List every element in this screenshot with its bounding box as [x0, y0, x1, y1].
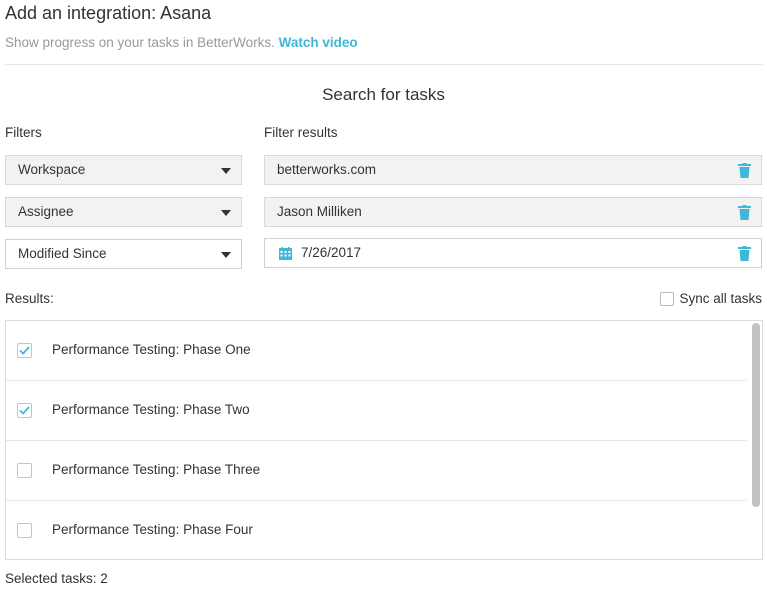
trash-icon[interactable] — [738, 246, 751, 261]
workspace-result-field: betterworks.com — [264, 155, 762, 185]
assignee-result-field: Jason Milliken — [264, 197, 762, 227]
assignee-select-value: Assignee — [18, 204, 74, 219]
task-checkbox[interactable] — [17, 523, 32, 538]
workspace-select[interactable]: Workspace — [5, 155, 242, 185]
subtitle-text: Show progress on your tasks in BetterWor… — [5, 35, 275, 50]
workspace-result-value: betterworks.com — [277, 162, 377, 177]
modified-since-select-value: Modified Since — [18, 246, 107, 261]
task-checkbox[interactable] — [17, 463, 32, 478]
chevron-down-icon — [221, 252, 231, 258]
trash-icon[interactable] — [738, 163, 751, 178]
sync-all-toggle[interactable]: Sync all tasks — [660, 291, 762, 306]
modified-since-select[interactable]: Modified Since — [5, 239, 242, 269]
task-checkbox[interactable] — [17, 343, 32, 358]
results-scrollbar[interactable] — [752, 323, 760, 507]
search-title: Search for tasks — [322, 85, 445, 104]
selected-tasks-count: Selected tasks: 2 — [5, 571, 108, 586]
chevron-down-icon — [221, 168, 231, 174]
list-item[interactable]: Performance Testing: Phase Three — [6, 441, 747, 501]
list-item[interactable]: Performance Testing: Phase Four — [6, 501, 747, 559]
assignee-select[interactable]: Assignee — [5, 197, 242, 227]
chevron-down-icon — [221, 210, 231, 216]
task-label: Performance Testing: Phase Four — [52, 522, 253, 537]
page-subtitle: Show progress on your tasks in BetterWor… — [5, 35, 358, 50]
watch-video-link[interactable]: Watch video — [279, 35, 358, 50]
task-label: Performance Testing: Phase Three — [52, 462, 261, 477]
filter-results-label: Filter results — [264, 125, 338, 140]
filters-label: Filters — [5, 125, 42, 140]
workspace-select-value: Workspace — [18, 162, 86, 177]
page-title: Add an integration: Asana — [5, 3, 212, 23]
calendar-icon — [279, 247, 292, 260]
sync-all-label: Sync all tasks — [679, 291, 762, 306]
results-list: Performance Testing: Phase One Performan… — [5, 320, 763, 560]
modified-since-date-input[interactable]: 7/26/2017 — [264, 238, 762, 268]
task-label: Performance Testing: Phase One — [52, 342, 251, 357]
checkmark-icon — [19, 346, 30, 355]
assignee-result-value: Jason Milliken — [277, 204, 362, 219]
list-item[interactable]: Performance Testing: Phase One — [6, 321, 747, 381]
results-label: Results: — [5, 291, 54, 306]
list-item[interactable]: Performance Testing: Phase Two — [6, 381, 747, 441]
checkmark-icon — [19, 406, 30, 415]
sync-all-checkbox[interactable] — [660, 291, 675, 306]
trash-icon[interactable] — [738, 205, 751, 220]
modified-since-date-value: 7/26/2017 — [301, 245, 362, 260]
task-checkbox[interactable] — [17, 403, 32, 418]
task-label: Performance Testing: Phase Two — [52, 402, 250, 417]
header-divider — [5, 64, 763, 65]
